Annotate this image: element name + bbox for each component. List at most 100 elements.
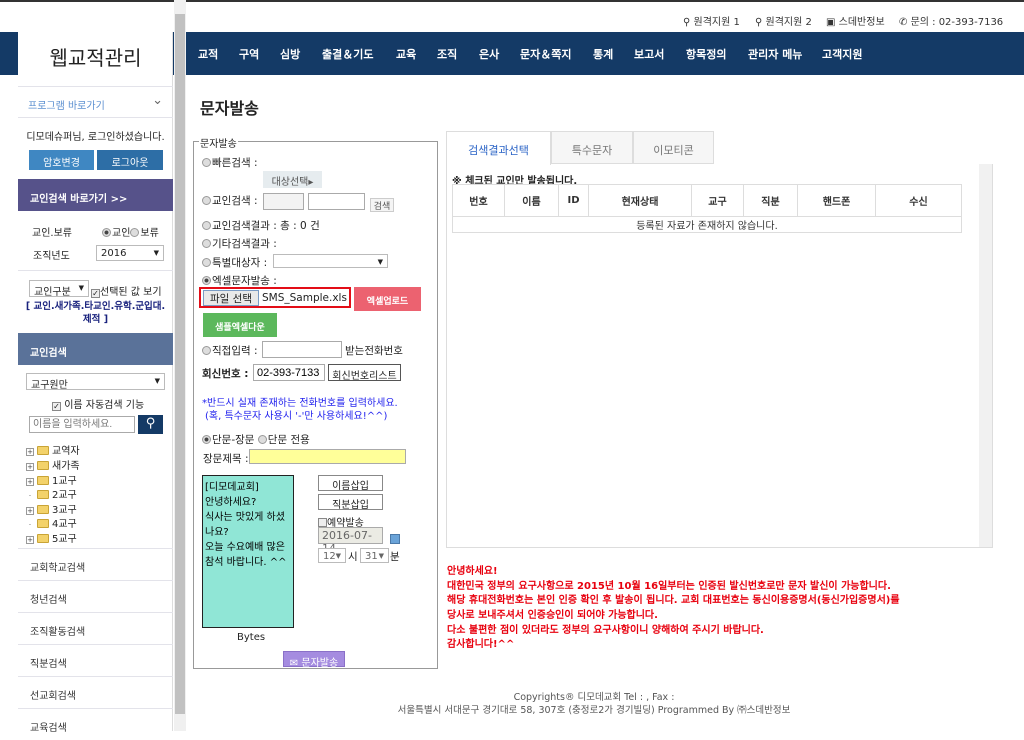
sidebar-item[interactable]: 교회학교검색 [18, 548, 173, 580]
calendar-icon[interactable] [390, 534, 400, 544]
sidebar-item[interactable]: 청년검색 [18, 580, 173, 612]
radio-member[interactable] [102, 228, 111, 237]
tree-item[interactable]: · 2교구 [26, 486, 77, 501]
company-link[interactable]: ▣ 스데반정보 [826, 13, 885, 28]
label: 프로그램 바로가기 [28, 101, 105, 112]
notice-line: 감사합니다!^^ [447, 639, 515, 650]
tree-item[interactable]: · 4교구 [26, 515, 77, 530]
scrollbar-thumb[interactable] [175, 14, 185, 714]
tree-item[interactable]: + 교역자 [26, 442, 80, 457]
tree-item[interactable]: +5교구 [26, 530, 77, 545]
radio-excel[interactable] [202, 276, 211, 285]
remote-support-2-link[interactable]: ⚲ 원격지원 2 [755, 13, 812, 28]
notice-line: 대한민국 정부의 요구사항으로 2015년 10월 16일부터는 인증된 발신번… [447, 581, 891, 592]
nav-item[interactable]: 구역 [239, 46, 259, 62]
tab-search-result[interactable]: 검색결과선택 [446, 131, 551, 165]
long-title-label: 장문제목 : [203, 453, 249, 465]
radio-special[interactable] [202, 258, 211, 267]
tab-special-chars[interactable]: 특수문자 [551, 131, 633, 164]
label: 기타검색결과 : [212, 238, 277, 250]
change-password-button[interactable]: 암호변경 [29, 150, 94, 170]
sidebar-item[interactable]: 직분검색 [18, 644, 173, 676]
tree-item[interactable]: + 새가족 [26, 457, 80, 472]
checkbox[interactable] [318, 518, 327, 527]
insert-name-button[interactable]: 이름삽입 [318, 475, 383, 492]
col-header: 수신 [875, 184, 962, 217]
radio-direct[interactable] [202, 346, 211, 355]
footer-address: 서울특별시 서대문구 경기대로 58, 307호 (충정로2가 경기빌딩) Pr… [397, 705, 791, 716]
nav-item[interactable]: 교적 [198, 46, 218, 62]
radio-member-search[interactable] [202, 196, 211, 205]
radio-short-long[interactable] [202, 435, 211, 444]
member-search-input-2[interactable] [308, 193, 365, 210]
search-icon[interactable]: ⚲ [138, 415, 163, 434]
label: 교역자 [52, 446, 80, 457]
logout-button[interactable]: 로그아웃 [97, 150, 163, 170]
nav-item[interactable]: 은사 [479, 46, 499, 62]
excel-upload-button[interactable]: 엑셀업로드 [354, 287, 421, 311]
reserve-date-input[interactable]: 2016-07-14 [318, 527, 383, 555]
category-select[interactable]: 교인구분 [29, 280, 89, 298]
radio-quick[interactable] [202, 158, 211, 167]
year-select[interactable]: 2016 [96, 245, 164, 261]
panel-scrollbar[interactable] [979, 164, 992, 547]
radio-hold[interactable] [130, 228, 140, 237]
radio-other-result[interactable] [202, 239, 211, 248]
nav-item[interactable]: 통계 [593, 46, 613, 62]
direct-phone-input[interactable] [262, 341, 342, 358]
login-message: 디모데슈퍼님, 로그인하셨습니다. [26, 132, 165, 143]
name-search-input[interactable] [29, 416, 135, 433]
file-select-button[interactable]: 파일 선택 [203, 290, 259, 306]
minute-select[interactable]: 31 [360, 548, 389, 563]
show-selected-checkbox[interactable]: ✓선택된 값 보기 [91, 283, 162, 298]
label: 문자발송 [301, 658, 339, 669]
checkbox[interactable]: ✓ [52, 402, 61, 411]
footer-copyright: Copyrights® 디모데교회 Tel : , Fax : [513, 692, 675, 703]
hour-select[interactable]: 12 [318, 548, 346, 563]
result-table: 번호 이름 ID 현재상태 교구 직분 핸드폰 수신 등록된 자료가 존재하지 … [452, 184, 962, 233]
nav-item[interactable]: 조직 [437, 46, 457, 62]
status-radios: 교인 보류 [102, 224, 159, 239]
reply-number-input[interactable] [253, 364, 325, 381]
nav-item[interactable]: 항목정의 [686, 46, 726, 62]
search-button[interactable]: 검색 [370, 198, 394, 212]
special-select[interactable] [273, 254, 388, 268]
divider [18, 270, 173, 271]
program-shortcut[interactable]: 프로그램 바로가기 ⌄ [18, 86, 173, 118]
radio-member-result[interactable] [202, 221, 211, 230]
remote-support-1-link[interactable]: ⚲ 원격지원 1 [683, 13, 740, 28]
label: 새가족 [52, 461, 80, 472]
radio-short-only[interactable] [257, 435, 267, 444]
page-title: 문자발송 [200, 99, 259, 118]
label: 문의 : 02-393-7136 [910, 17, 1004, 28]
year-label: 조직년도 [33, 251, 70, 262]
target-select-button[interactable]: 대상선택▸ [263, 171, 322, 188]
district-select[interactable]: 교구원만 [26, 373, 165, 391]
nav-item[interactable]: 교육 [396, 46, 416, 62]
sample-excel-download-button[interactable]: 샘플엑셀다운 [203, 313, 277, 337]
insert-title-button[interactable]: 직분삽입 [318, 494, 383, 511]
nav-item[interactable]: 문자＆쪽지 [520, 46, 571, 62]
send-sms-button[interactable]: ✉ 문자발송 [283, 651, 345, 669]
member-shortcut-header[interactable]: 교인검색 바로가기 >> [18, 179, 173, 211]
tree-item[interactable]: +1교구 [26, 472, 77, 487]
nav-item[interactable]: 관리자 메뉴 [748, 46, 802, 62]
checkbox[interactable]: ✓ [91, 289, 100, 298]
minute-unit: 분 [390, 551, 400, 563]
sidebar-item[interactable]: 교육검색 [18, 708, 173, 740]
reply-list-button[interactable]: 회신번호리스트 [328, 364, 401, 382]
label: 이름 자동검색 기능 [64, 400, 145, 411]
nav-item[interactable]: 심방 [280, 46, 300, 62]
tree-item[interactable]: +3교구 [26, 501, 77, 516]
autocomplete-checkbox[interactable]: ✓ 이름 자동검색 기능 [52, 396, 144, 411]
nav-item[interactable]: 보고서 [634, 46, 664, 62]
nav-item[interactable]: 출결＆기도 [322, 46, 373, 62]
sidebar-item[interactable]: 조직활동검색 [18, 612, 173, 644]
tab-emoticon[interactable]: 이모티콘 [633, 131, 714, 164]
file-input[interactable]: 파일 선택 SMS_Sample.xls [199, 287, 351, 308]
message-textarea[interactable]: [디모데교회] 안녕하세요? 식사는 맛있게 하셨나요? 오늘 수요예배 많은 … [202, 475, 294, 628]
long-title-input[interactable] [249, 449, 406, 464]
nav-item[interactable]: 고객지원 [822, 46, 862, 62]
sidebar-item[interactable]: 선교회검색 [18, 676, 173, 708]
member-search-input-1[interactable] [263, 193, 304, 210]
